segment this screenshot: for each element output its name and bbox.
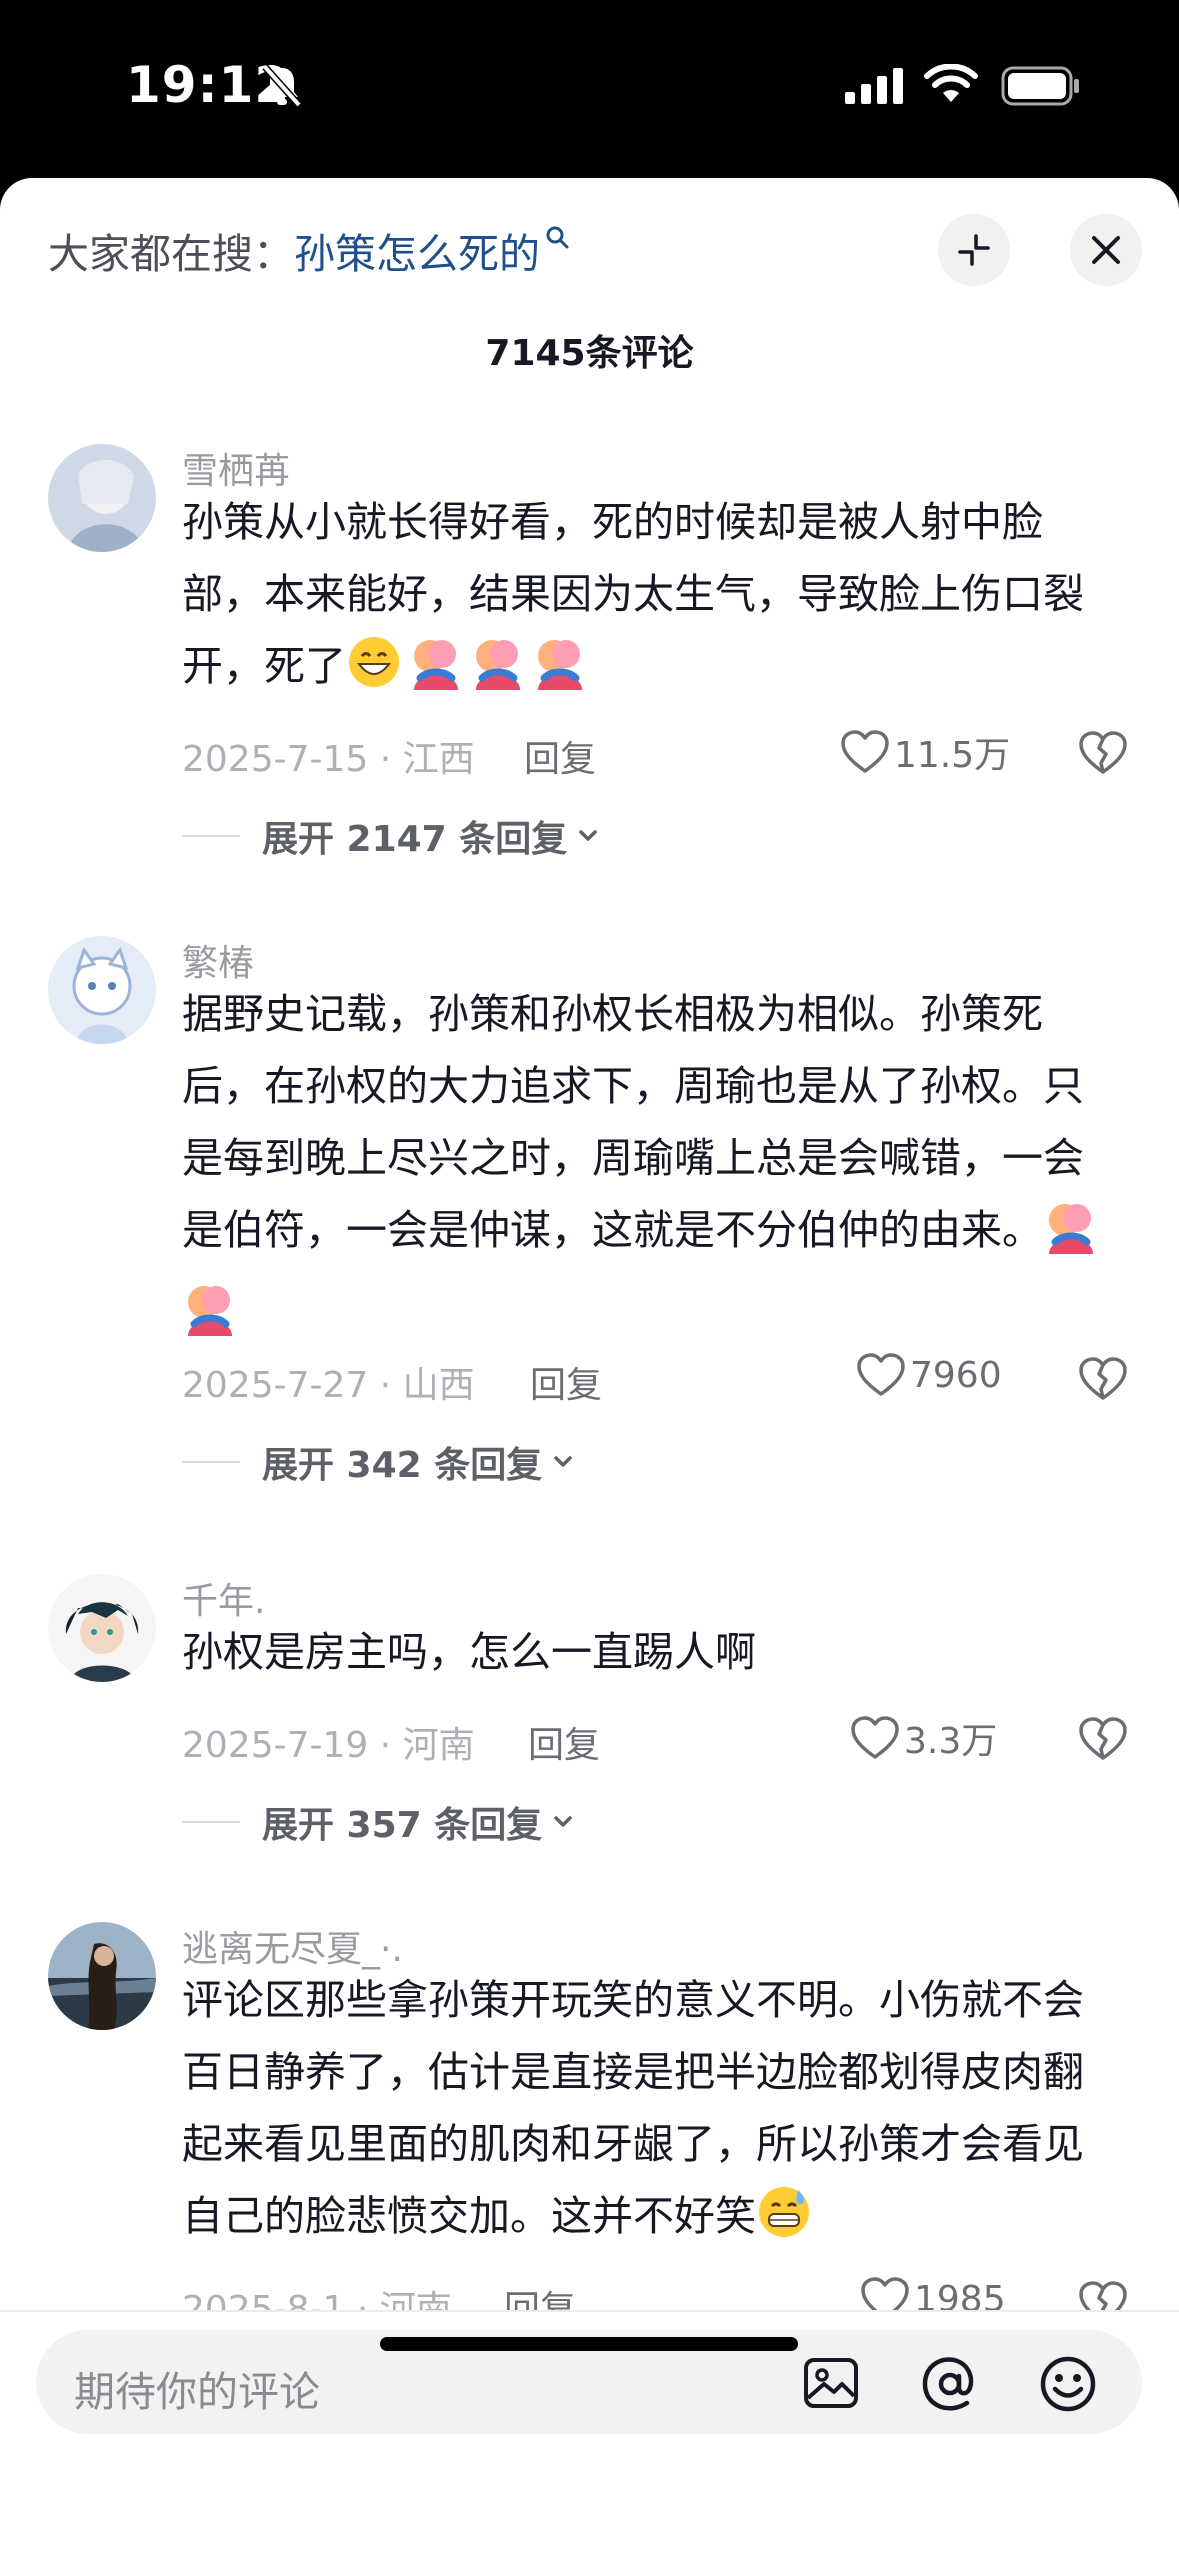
avatar[interactable] bbox=[48, 936, 156, 1044]
search-term-link[interactable]: 孙策怎么死的 bbox=[294, 230, 540, 278]
heart-icon bbox=[857, 1353, 905, 1396]
like-button[interactable]: 7960 bbox=[856, 1352, 1002, 1398]
comment-text: 孙权是房主吗，怎么一直踢人啊 bbox=[182, 1628, 756, 1676]
battery-icon bbox=[1001, 66, 1079, 106]
collapse-icon bbox=[958, 234, 990, 266]
avatar[interactable] bbox=[48, 1922, 156, 2030]
comment-meta: 2025-7-27 · 山西 bbox=[182, 1365, 475, 1406]
heart-icon bbox=[851, 1716, 899, 1759]
grin-emoji bbox=[346, 634, 402, 712]
hug-emoji bbox=[470, 634, 526, 712]
broken-heart-icon[interactable] bbox=[1078, 1356, 1128, 1402]
like-button[interactable]: 11.5万 bbox=[840, 726, 1010, 778]
cellular-signal-icon bbox=[845, 68, 903, 104]
comment-text: 评论区那些拿孙策开玩笑的意义不明。小伤就不会百日静养了，估计是直接是把半边脸都划… bbox=[182, 1964, 1112, 2262]
chevron-down-icon bbox=[579, 830, 598, 841]
search-icon[interactable] bbox=[544, 224, 570, 250]
close-button[interactable] bbox=[1070, 214, 1142, 286]
bell-slash-icon bbox=[262, 64, 302, 108]
expand-replies-button[interactable]: 展开 357 条回复 bbox=[182, 1796, 578, 1848]
like-count: 3.3万 bbox=[904, 1721, 998, 1762]
comment-input-placeholder: 期待你的评论 bbox=[74, 2368, 320, 2416]
like-count: 7960 bbox=[910, 1354, 1002, 1396]
hug-emoji bbox=[408, 634, 464, 712]
comment-meta: 2025-7-19 · 河南 bbox=[182, 1725, 475, 1766]
wifi-icon bbox=[924, 64, 978, 102]
comment-count: 7145条评论 bbox=[485, 333, 694, 374]
search-suggestion[interactable]: 大家都在搜：孙策怎么死的 bbox=[48, 220, 570, 280]
comment-meta: 2025-7-15 · 江西 bbox=[182, 739, 475, 780]
search-prefix: 大家都在搜： bbox=[48, 230, 294, 278]
chevron-down-icon bbox=[554, 1816, 572, 1827]
comment-text: 据野史记载，孙策和孙权长相极为相似。孙策死后，在孙权的大力追求下，周瑜也是从了孙… bbox=[182, 978, 1112, 1358]
heart-icon bbox=[841, 730, 889, 773]
reply-button[interactable]: 回复 bbox=[530, 1356, 602, 1408]
hug-emoji bbox=[532, 634, 588, 712]
comment-text: 孙策从小就长得好看，死的时候却是被人射中脸部，本来能好，结果因为太生气，导致脸上… bbox=[182, 486, 1112, 712]
status-bar: 19:12 bbox=[0, 0, 1179, 178]
emoji-icon[interactable] bbox=[1038, 2354, 1098, 2414]
like-button[interactable]: 3.3万 bbox=[850, 1712, 997, 1764]
avatar[interactable] bbox=[48, 1574, 156, 1682]
expand-replies-button[interactable]: 展开 342 条回复 bbox=[182, 1436, 578, 1488]
reply-button[interactable]: 回复 bbox=[528, 1716, 600, 1768]
collapse-button[interactable] bbox=[938, 214, 1010, 286]
hug-emoji bbox=[182, 1280, 238, 1358]
chevron-down-icon bbox=[554, 1456, 572, 1467]
expand-replies-button[interactable]: 展开 2147 条回复 bbox=[182, 810, 603, 862]
broken-heart-icon[interactable] bbox=[1078, 730, 1128, 776]
comments-sheet: 大家都在搜：孙策怎么死的 7145条评论 雪栖苒 孙策从小就长得好看，死的时候却… bbox=[0, 178, 1179, 2556]
at-mention-icon[interactable] bbox=[920, 2354, 980, 2414]
like-count: 11.5万 bbox=[894, 735, 1011, 776]
home-indicator[interactable] bbox=[380, 2337, 798, 2351]
hug-emoji bbox=[1043, 1198, 1099, 1276]
broken-heart-icon[interactable] bbox=[1078, 1716, 1128, 1762]
close-icon bbox=[1092, 236, 1120, 264]
image-icon[interactable] bbox=[802, 2354, 860, 2412]
grimace-sweat-emoji bbox=[756, 2184, 812, 2262]
avatar[interactable] bbox=[48, 444, 156, 552]
reply-button[interactable]: 回复 bbox=[524, 730, 596, 782]
